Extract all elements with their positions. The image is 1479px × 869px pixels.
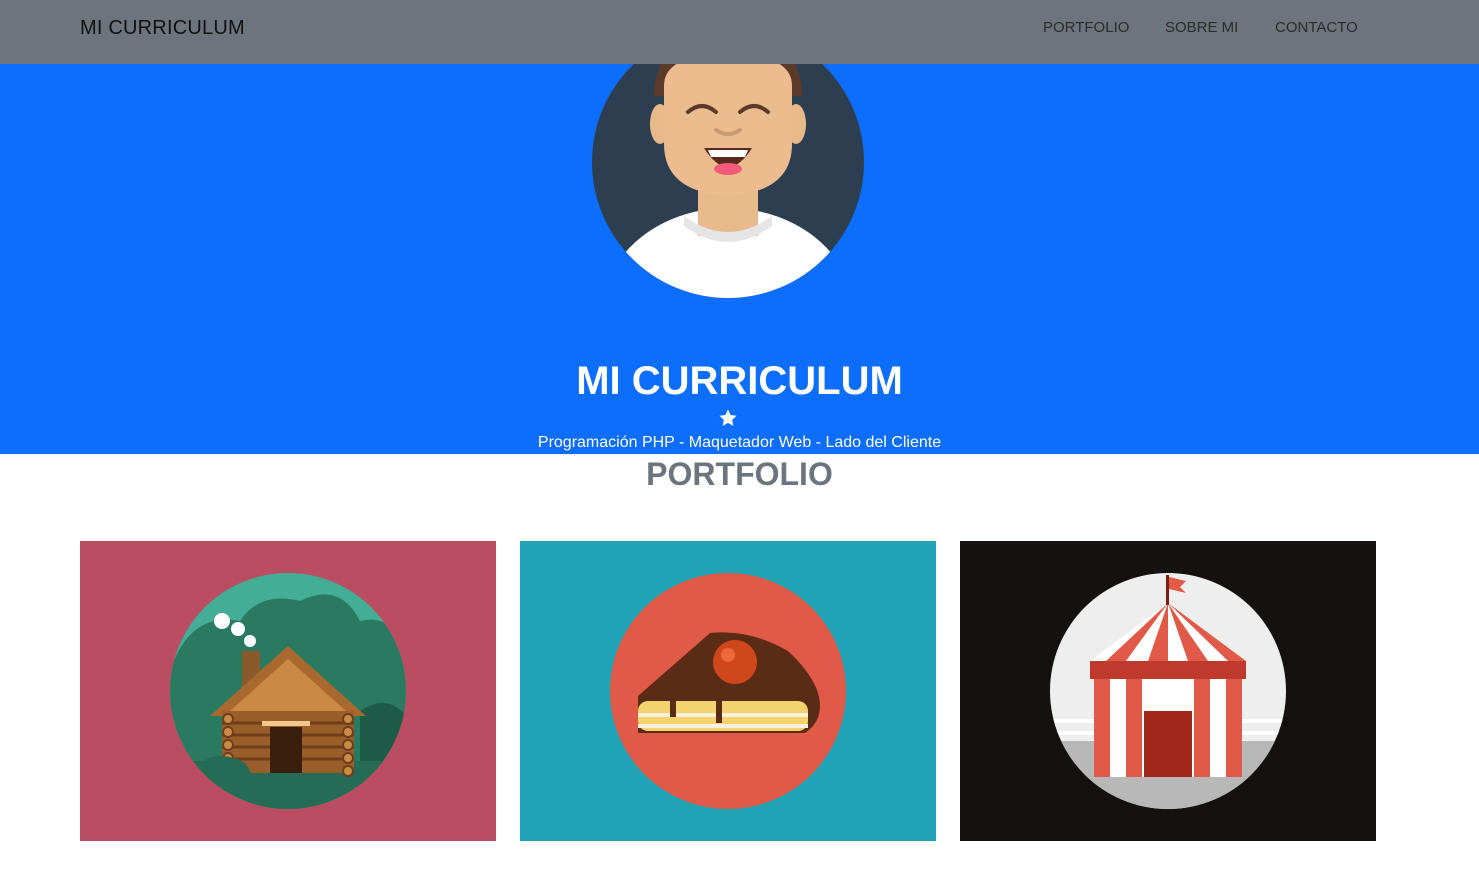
cabin-illustration	[80, 541, 496, 841]
portfolio-item-cabin[interactable]	[80, 541, 496, 841]
portfolio-heading: PORTFOLIO	[646, 456, 833, 492]
nav-link-portfolio[interactable]: PORTFOLIO	[1043, 19, 1129, 36]
brand-link[interactable]: MI CURRICULUM	[80, 17, 245, 40]
avatar	[592, 64, 864, 298]
circus-tent-illustration	[960, 541, 1376, 841]
nav-link-contacto[interactable]: CONTACTO	[1275, 19, 1358, 36]
masthead-title: MI CURRICULUM	[576, 359, 903, 403]
masthead: MI CURRICULUM Programación PHP - Maqueta…	[0, 64, 1479, 454]
portfolio-item-circus[interactable]	[960, 541, 1376, 841]
masthead-subtitle: Programación PHP - Maquetador Web - Lado…	[537, 434, 942, 451]
portfolio-item-cake[interactable]	[520, 541, 936, 841]
navbar: MI CURRICULUM PORTFOLIO SOBRE MI CONTACT…	[0, 0, 1479, 64]
cake-illustration	[520, 541, 936, 841]
star-icon	[718, 408, 738, 428]
nav-link-sobre-mi[interactable]: SOBRE MI	[1165, 19, 1238, 36]
